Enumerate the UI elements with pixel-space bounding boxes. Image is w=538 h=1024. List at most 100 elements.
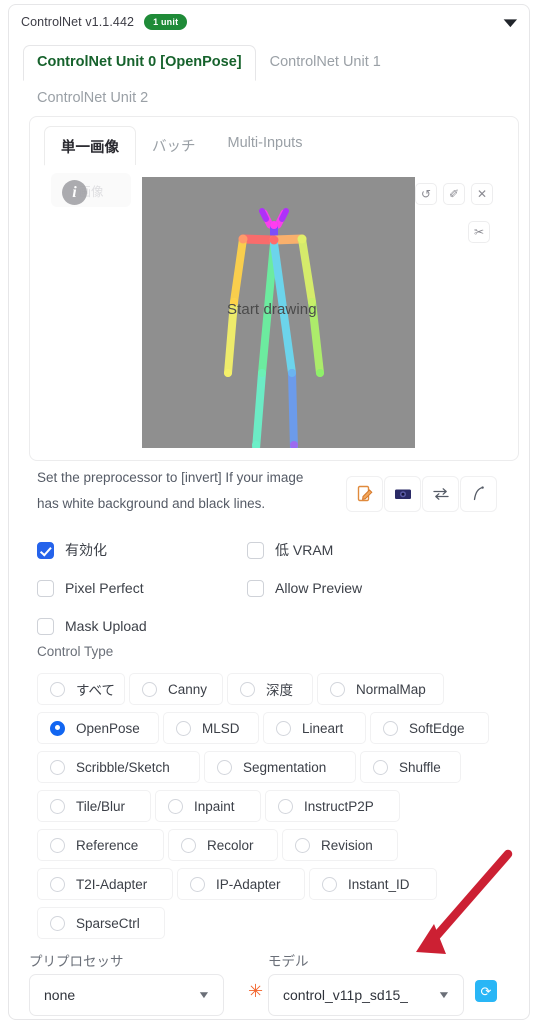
control-type-inpaint[interactable]: Inpaint: [155, 790, 261, 822]
close-icon[interactable]: ✕: [471, 183, 493, 205]
curve-icon[interactable]: [460, 476, 497, 512]
control-type-recolor[interactable]: Recolor: [168, 829, 278, 861]
radio-ip-adapter[interactable]: [190, 876, 205, 892]
radio-t2i-adapter[interactable]: [50, 876, 65, 892]
radio-reference[interactable]: [50, 837, 65, 853]
radio-tile-blur[interactable]: [50, 798, 65, 814]
swap-icon[interactable]: [422, 476, 459, 512]
sparkle-icon[interactable]: ✳: [248, 982, 263, 1000]
control-type-ip-adapter[interactable]: IP-Adapter: [177, 868, 305, 900]
control-type-lineart[interactable]: Lineart: [263, 712, 366, 744]
control-type-shuffle[interactable]: Shuffle: [360, 751, 461, 783]
edit-icon[interactable]: [346, 476, 383, 512]
undo-icon[interactable]: ↺: [415, 183, 437, 205]
checkbox-allow-preview[interactable]: Allow Preview: [247, 579, 457, 597]
control-type-softedge[interactable]: SoftEdge: [370, 712, 489, 744]
chevron-down-icon[interactable]: ▼: [499, 15, 522, 28]
resize-icon[interactable]: ✂: [468, 221, 490, 243]
radio-inpaint[interactable]: [168, 798, 183, 814]
control-type-canny[interactable]: Canny: [129, 673, 223, 705]
control-type-normalmap-label: NormalMap: [356, 681, 426, 697]
control-type-normalmap[interactable]: NormalMap: [317, 673, 444, 705]
model-select[interactable]: control_v11p_sd15_ ▼: [268, 974, 464, 1016]
checkbox-mask-upload-label: Mask Upload: [65, 618, 147, 634]
control-type-row: Reference Recolor Revision: [37, 829, 507, 861]
control-type-revision-label: Revision: [321, 837, 373, 853]
radio-revision[interactable]: [295, 837, 310, 853]
control-type-row: Tile/Blur Inpaint InstructP2P: [37, 790, 507, 822]
checkbox-row: 有効化 低 VRAM: [37, 531, 457, 569]
control-type-row: T2I-Adapter IP-Adapter Instant_ID: [37, 868, 507, 900]
control-type-instructp2p[interactable]: InstructP2P: [265, 790, 400, 822]
control-type-depth-label: 深度: [266, 683, 293, 698]
control-type-canny-label: Canny: [168, 681, 208, 697]
chevron-down-icon[interactable]: ▼: [437, 990, 451, 1001]
radio-softedge[interactable]: [383, 720, 398, 736]
checkbox-pixel-perfect-box[interactable]: [37, 579, 54, 597]
radio-recolor[interactable]: [181, 837, 196, 853]
tab-controlnet-unit-0[interactable]: ControlNet Unit 0 [OpenPose]: [23, 45, 256, 81]
image-action-buttons: [346, 476, 497, 512]
control-type-all[interactable]: すべて: [37, 673, 125, 705]
control-type-depth[interactable]: 深度: [227, 673, 313, 705]
control-type-sparsectrl-label: SparseCtrl: [76, 915, 140, 931]
control-type-tile-blur[interactable]: Tile/Blur: [37, 790, 151, 822]
model-selection-row: プリプロセッサ none ▼ モデル control_v11p_sd15_ ▼: [9, 941, 529, 1019]
webcam-icon[interactable]: [384, 476, 421, 512]
checkbox-allow-preview-box[interactable]: [247, 579, 264, 597]
radio-lineart[interactable]: [276, 720, 291, 736]
checkbox-low-vram-box[interactable]: [247, 541, 264, 559]
radio-sparsectrl[interactable]: [50, 915, 65, 931]
control-type-instant-id[interactable]: Instant_ID: [309, 868, 437, 900]
control-type-reference[interactable]: Reference: [37, 829, 164, 861]
control-type-scribble-sketch[interactable]: Scribble/Sketch: [37, 751, 200, 783]
control-type-t2i-adapter-label: T2I-Adapter: [76, 876, 148, 892]
radio-openpose[interactable]: [50, 720, 65, 736]
tab-controlnet-unit-2[interactable]: ControlNet Unit 2: [23, 81, 162, 116]
openpose-preview-canvas[interactable]: [142, 177, 415, 448]
control-type-openpose[interactable]: OpenPose: [37, 712, 159, 744]
controlnet-panel: ControlNet v1.1.442 1 unit ▼ ControlNet …: [8, 4, 530, 1020]
chevron-down-icon[interactable]: ▼: [197, 990, 211, 1001]
checkbox-enable-label: 有効化: [65, 542, 107, 558]
tab-multi-inputs[interactable]: Multi-Inputs: [212, 126, 319, 168]
checkbox-mask-upload[interactable]: Mask Upload: [37, 617, 279, 635]
preprocessor-hint: Set the preprocessor to [invert] If your…: [37, 465, 519, 518]
control-type-segmentation-label: Segmentation: [243, 759, 327, 775]
checkbox-pixel-perfect[interactable]: Pixel Perfect: [37, 579, 247, 597]
radio-canny[interactable]: [142, 681, 157, 697]
control-type-mlsd[interactable]: MLSD: [163, 712, 259, 744]
hint-line-2: has white background and black lines.: [37, 496, 266, 512]
radio-depth[interactable]: [240, 681, 255, 697]
radio-scribble-sketch[interactable]: [50, 759, 65, 775]
radio-instant-id[interactable]: [322, 876, 337, 892]
radio-shuffle[interactable]: [373, 759, 388, 775]
accordion-header[interactable]: ControlNet v1.1.442 1 unit ▼: [9, 5, 529, 39]
control-type-lineart-label: Lineart: [302, 720, 344, 736]
preprocessor-select[interactable]: none ▼: [29, 974, 224, 1016]
control-type-revision[interactable]: Revision: [282, 829, 398, 861]
radio-normalmap[interactable]: [330, 681, 345, 697]
control-type-segmentation[interactable]: Segmentation: [204, 751, 356, 783]
radio-mlsd[interactable]: [176, 720, 191, 736]
model-value: control_v11p_sd15_: [283, 987, 409, 1003]
tab-controlnet-unit-1[interactable]: ControlNet Unit 1: [256, 45, 395, 80]
eraser-icon[interactable]: ✐: [443, 183, 465, 205]
refresh-models-button[interactable]: ⟳: [475, 980, 497, 1002]
control-type-all-label: すべて: [76, 683, 116, 698]
tab-batch[interactable]: バッチ: [136, 126, 212, 168]
edit-icon-glyph: [357, 485, 373, 502]
checkbox-low-vram[interactable]: 低 VRAM: [247, 540, 457, 560]
preprocessor-value: none: [44, 987, 76, 1003]
checkbox-mask-upload-box[interactable]: [37, 617, 54, 635]
checkbox-enable[interactable]: 有効化: [37, 540, 247, 560]
checkbox-enable-box[interactable]: [37, 541, 54, 559]
radio-all[interactable]: [50, 681, 65, 697]
radio-segmentation[interactable]: [217, 759, 232, 775]
control-type-row: Scribble/Sketch Segmentation Shuffle: [37, 751, 507, 783]
control-type-t2i-adapter[interactable]: T2I-Adapter: [37, 868, 173, 900]
tab-single-image[interactable]: 単一画像: [44, 126, 136, 168]
radio-instructp2p[interactable]: [278, 798, 293, 814]
control-type-sparsectrl[interactable]: SparseCtrl: [37, 907, 165, 939]
info-icon: i: [62, 180, 87, 205]
